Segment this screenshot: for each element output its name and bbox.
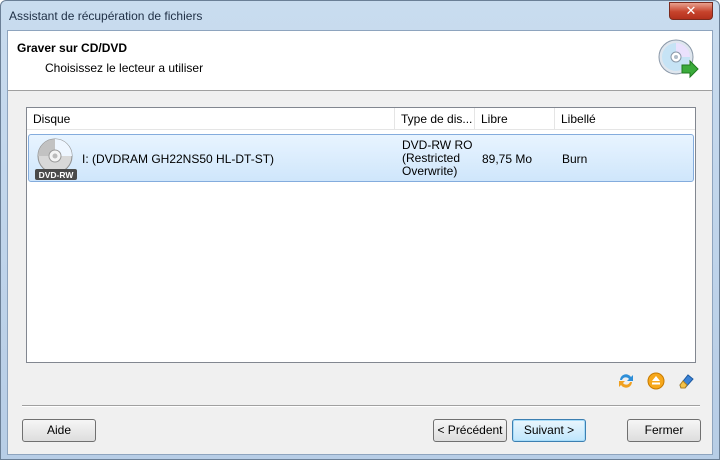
- client-area: Graver sur CD/DVD Choisissez le lecteur …: [7, 30, 713, 455]
- next-button[interactable]: Suivant >: [512, 419, 586, 442]
- drive-label: Burn: [562, 152, 588, 166]
- erase-icon[interactable]: [676, 371, 696, 391]
- column-header-libelle[interactable]: Libellé: [555, 108, 695, 130]
- window-title: Assistant de récupération de fichiers: [9, 9, 203, 23]
- drive-type-line3: Overwrite): [402, 164, 458, 178]
- wizard-header: Graver sur CD/DVD Choisissez le lecteur …: [8, 31, 712, 91]
- close-button[interactable]: Fermer: [627, 419, 701, 442]
- column-header-libre[interactable]: Libre: [475, 108, 555, 130]
- drive-free-space: 89,75 Mo: [482, 152, 533, 166]
- footer-separator: [22, 405, 700, 407]
- disc-burn-icon: [658, 39, 699, 79]
- page-subtitle: Choisissez le lecteur a utiliser: [45, 61, 204, 75]
- drive-type: DVD-RW RO (Restricted Overwrite): [402, 139, 472, 178]
- column-header-disque[interactable]: Disque: [27, 108, 395, 130]
- dvd-rw-disc-icon: DVD-RW: [35, 138, 77, 180]
- table-row[interactable]: DVD-RW I: (DVDRAM GH22NS50 HL-DT-ST) DVD…: [28, 134, 694, 182]
- dvd-rw-badge: DVD-RW: [39, 170, 75, 180]
- drive-list[interactable]: Disque Type de dis... Libre Libellé DVD-…: [26, 107, 696, 363]
- previous-button[interactable]: < Précédent: [433, 419, 507, 442]
- eject-icon[interactable]: [646, 371, 666, 391]
- list-toolbar: [616, 371, 696, 391]
- list-header: Disque Type de dis... Libre Libellé: [27, 108, 695, 130]
- column-header-type[interactable]: Type de dis...: [395, 108, 475, 130]
- page-title: Graver sur CD/DVD: [17, 41, 128, 55]
- help-button[interactable]: Aide: [22, 419, 96, 442]
- title-bar[interactable]: Assistant de récupération de fichiers ✕: [1, 1, 719, 29]
- drive-name: I: (DVDRAM GH22NS50 HL-DT-ST): [82, 152, 275, 166]
- close-window-button[interactable]: ✕: [669, 2, 713, 20]
- wizard-window: Assistant de récupération de fichiers ✕ …: [0, 0, 720, 460]
- refresh-icon[interactable]: [616, 371, 636, 391]
